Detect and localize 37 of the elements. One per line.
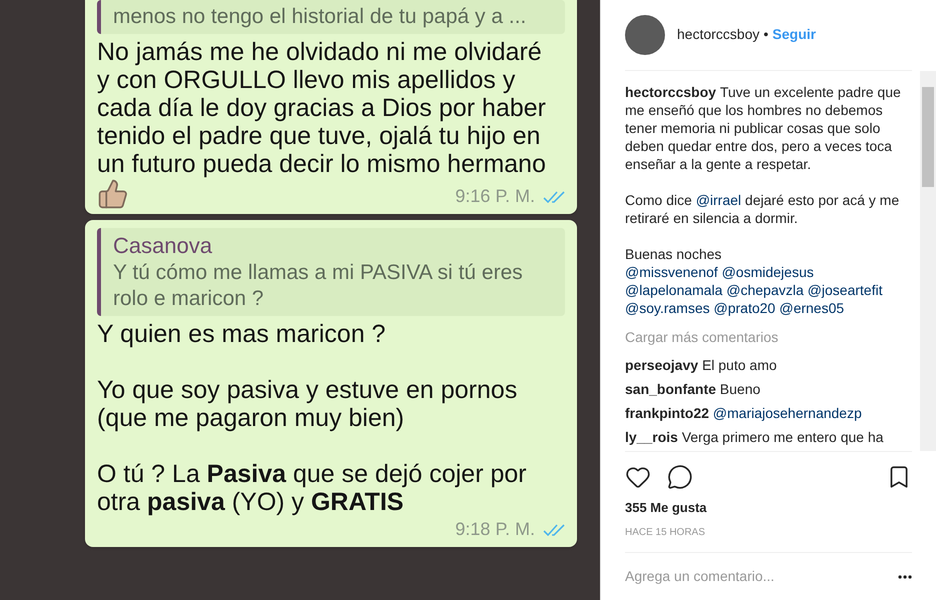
comment-username[interactable]: frankpinto22 [625, 404, 710, 421]
scrollbar[interactable] [920, 70, 936, 451]
more-icon[interactable] [898, 574, 912, 579]
likes-count[interactable]: 355 Me gusta [625, 498, 912, 518]
caption-text: Como dice @irrael dejaré esto por acá y me retiraré en silencia a dormir. [625, 190, 900, 227]
mention-link[interactable]: @osmidejesus [722, 264, 814, 280]
mention-link[interactable]: @irrael [696, 192, 742, 208]
comment-icon[interactable] [667, 464, 693, 490]
caption-text: Buenas noches @missvenenof @osmidejesus @lapelonamala @chepavzla @joseartefit @soy.ramses @prato20 @ernes05 [625, 244, 884, 317]
comment-text: El puto amo [702, 356, 777, 373]
comment-input[interactable]: Agrega un comentario... [625, 566, 898, 588]
separator-dot: • [763, 25, 768, 44]
caption-text: hectorccsboy Tuve un excelente padre que me enseñó que los hombres no debemos tener memoria ni publicar cosas que solo deben quedar entre dos, pero a veces toca enseñar a la gente a respetar. [625, 82, 902, 173]
mention-link[interactable]: @mariajosehernandezp [712, 404, 862, 421]
quote-text: Y tú cómo me llamas a mi PASIVA si tú eres rolo e maricon ? [113, 260, 524, 312]
caption-username[interactable]: hectorccsboy [625, 84, 720, 100]
comment-text: Verga primero me entero que ha [682, 428, 884, 445]
quote-text: menos no tengo el historial de tu papá y a ... [113, 4, 528, 30]
avatar[interactable] [625, 14, 665, 55]
comment-username[interactable]: perseojavy [625, 356, 698, 373]
quote-author: Casanova [113, 232, 214, 260]
mention-link[interactable]: @ernes05 [779, 300, 844, 316]
username[interactable]: hectorccsboy [677, 24, 760, 46]
message-text: Y quien es mas maricon ? Yo que soy pasiva y estuve en pornos (que me pagaron muy bien) O tú ? La Pasiva que se dejó cojer por otra pasiva (YO) y GRATIS [97, 320, 528, 516]
mention-link[interactable]: @joseartefit [808, 282, 882, 298]
mention-link[interactable]: @soy.ramses [625, 300, 710, 316]
comment-username[interactable]: san_bonfante [625, 380, 716, 397]
message-time: 9:18 P. M. [455, 518, 535, 541]
mention-link[interactable]: @missvenenof [625, 264, 718, 280]
mention-link[interactable]: @chepavzla [726, 282, 804, 298]
message-text: No jamás me he olvidado ni me olvidaré y con ORGULLO llevo mis apellidos y cada día le doy gracias a Dios por haber tenido el padre que tuve, ojalá tu hijo en un futuro pueda decir lo mismo hermano [97, 38, 547, 178]
post-time: HACE 15 HORAS [625, 525, 912, 554]
comment-username[interactable]: ly__rois [625, 428, 678, 445]
comment-text: Bueno [720, 380, 760, 397]
mention-link[interactable]: @lapelonamala [625, 282, 722, 298]
message-time: 9:16 P. M. [455, 185, 535, 208]
mention-link[interactable]: @prato20 [714, 300, 776, 316]
